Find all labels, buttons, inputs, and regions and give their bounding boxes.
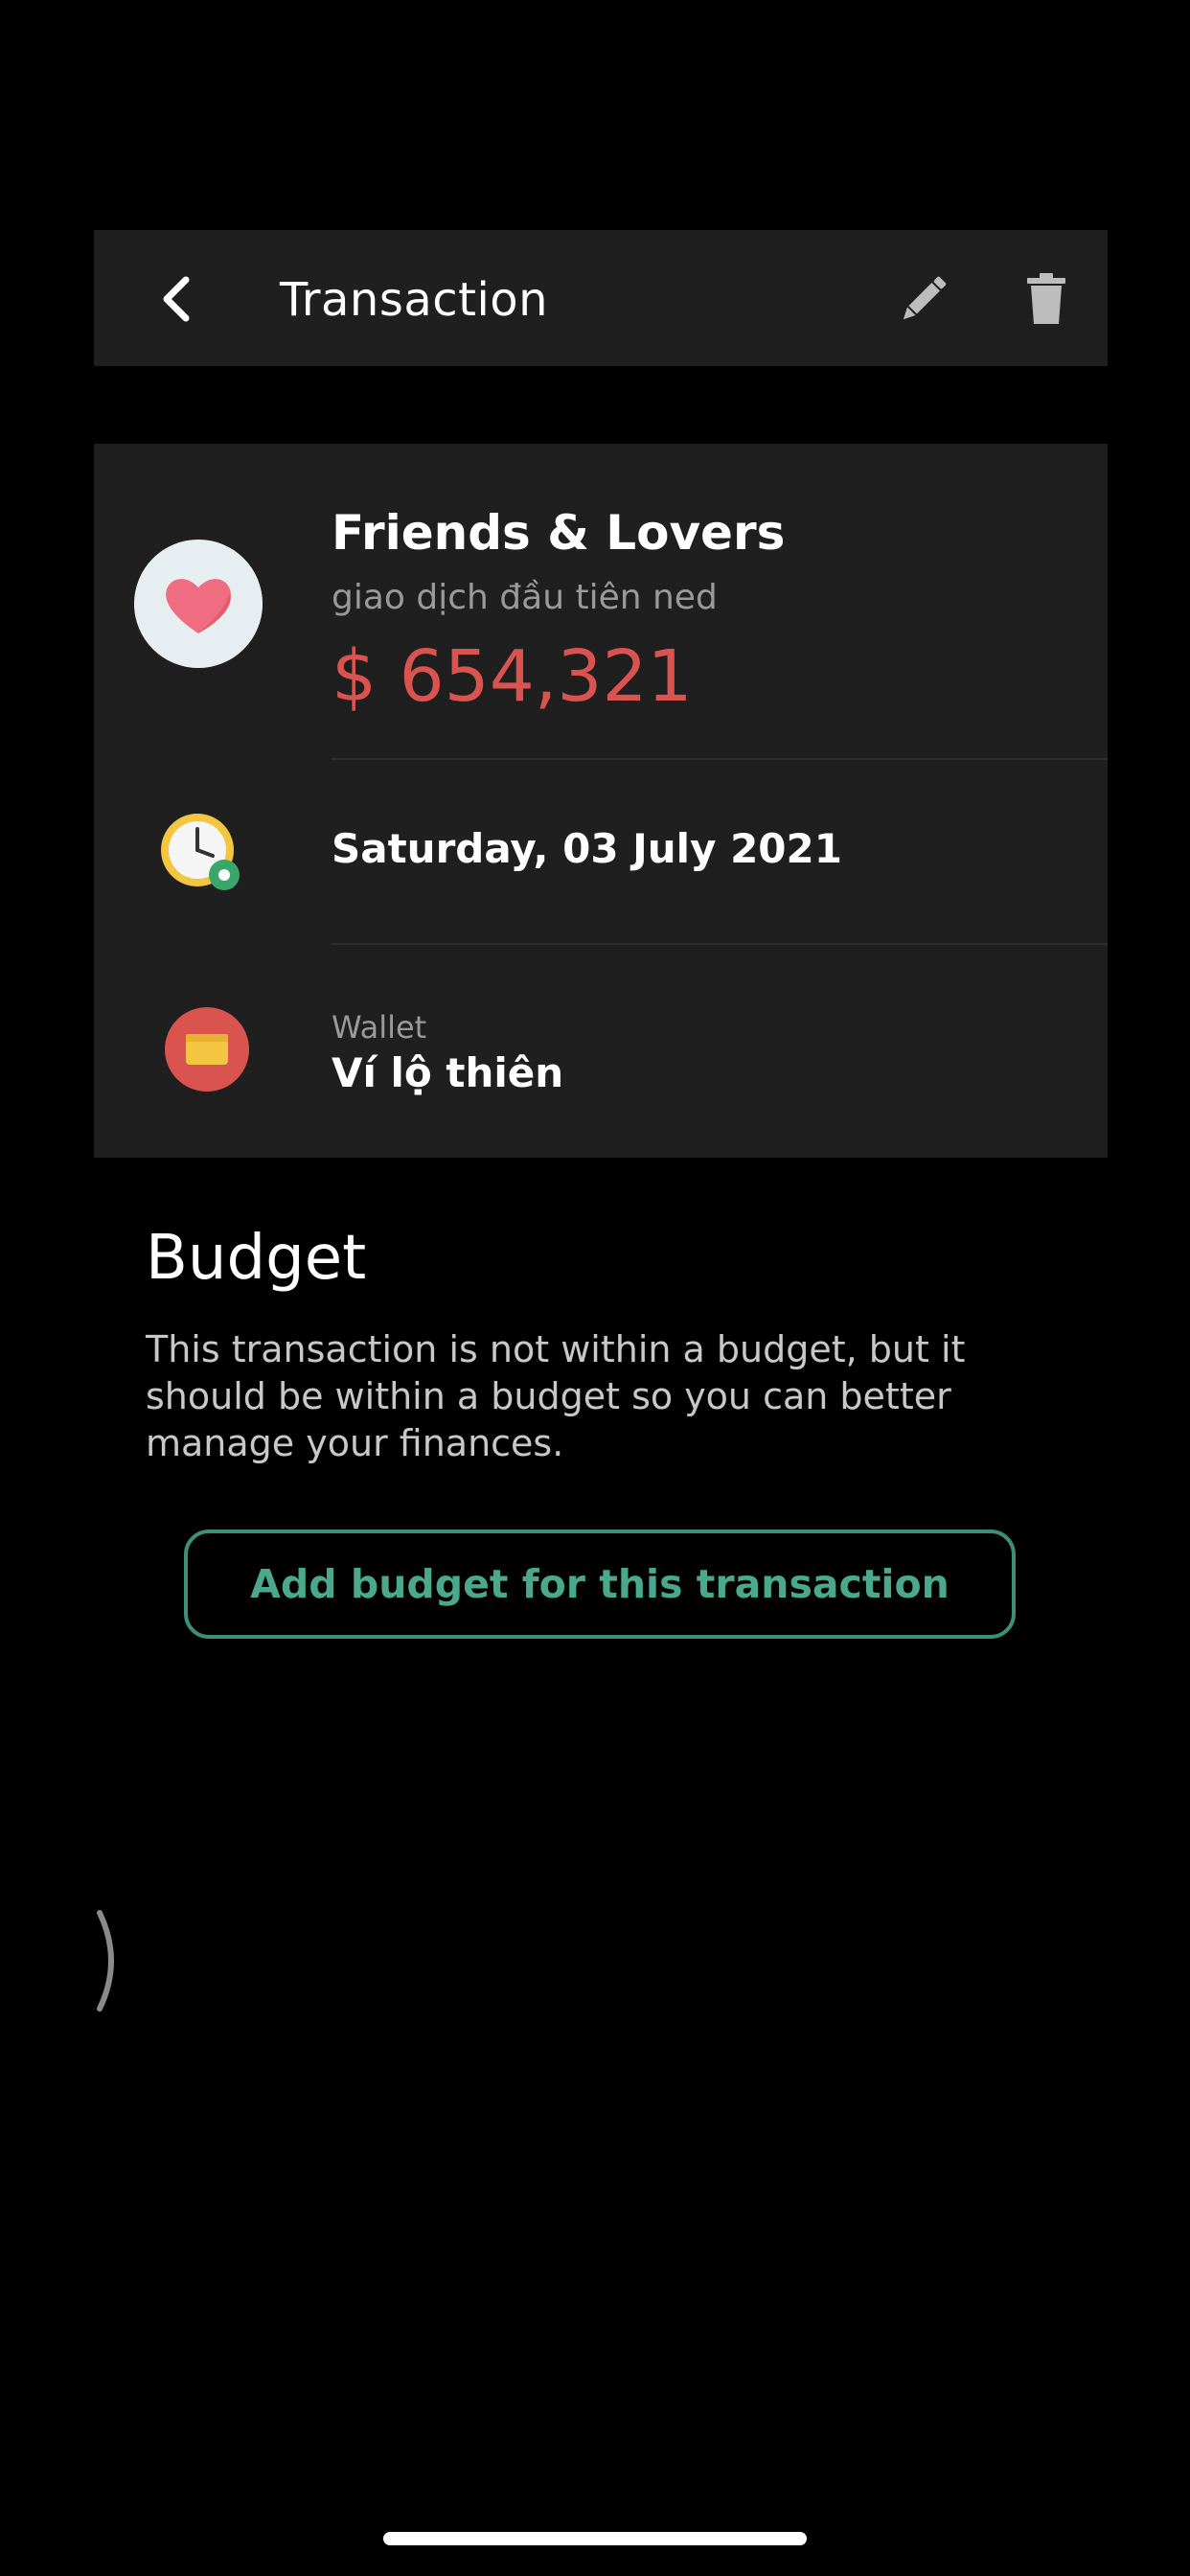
wallet-icon bbox=[165, 1007, 249, 1092]
home-indicator[interactable] bbox=[383, 2532, 807, 2545]
back-button[interactable] bbox=[144, 264, 213, 334]
wallet-label: Wallet bbox=[332, 1009, 427, 1046]
transaction-screen: Transaction Friends & Lovers giao dịch đ… bbox=[0, 0, 1190, 2576]
wallet-name: Ví lộ thiên bbox=[332, 1049, 564, 1096]
transaction-note: giao dịch đầu tiên ned bbox=[332, 578, 718, 617]
delete-button[interactable] bbox=[1012, 264, 1081, 334]
add-budget-button-label: Add budget for this transaction bbox=[250, 1561, 950, 1607]
category-name: Friends & Lovers bbox=[332, 505, 786, 561]
page-title: Transaction bbox=[280, 273, 549, 327]
app-header: Transaction bbox=[94, 230, 1108, 366]
budget-heading: Budget bbox=[146, 1223, 367, 1294]
loading-spinner bbox=[97, 1910, 114, 2012]
transaction-amount: $ 654,321 bbox=[332, 635, 693, 718]
clock-icon bbox=[157, 808, 245, 896]
budget-description: This transaction is not within a budget,… bbox=[146, 1328, 966, 1464]
pencil-icon bbox=[903, 276, 947, 320]
add-budget-button[interactable]: Add budget for this transaction bbox=[184, 1530, 1016, 1639]
chevron-left-icon bbox=[163, 276, 190, 322]
heart-icon bbox=[134, 540, 263, 668]
divider bbox=[332, 758, 1108, 760]
edit-button[interactable] bbox=[889, 264, 958, 334]
transaction-card: Friends & Lovers giao dịch đầu tiên ned … bbox=[94, 444, 1108, 1158]
divider bbox=[332, 943, 1108, 945]
transaction-date: Saturday, 03 July 2021 bbox=[332, 825, 842, 872]
trash-icon bbox=[1027, 273, 1065, 324]
